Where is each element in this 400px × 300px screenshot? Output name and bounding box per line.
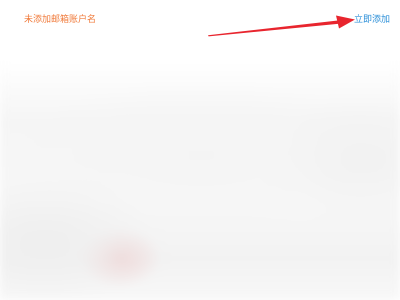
add-now-link[interactable]: 立即添加 [354, 14, 390, 26]
notice-message: 未添加邮箱账户名 [24, 15, 97, 25]
notice-bar: 未添加邮箱账户名 立即添加 [0, 0, 400, 44]
app-screen: 未添加邮箱账户名 立即添加 [0, 0, 400, 300]
blurred-background [0, 0, 400, 300]
